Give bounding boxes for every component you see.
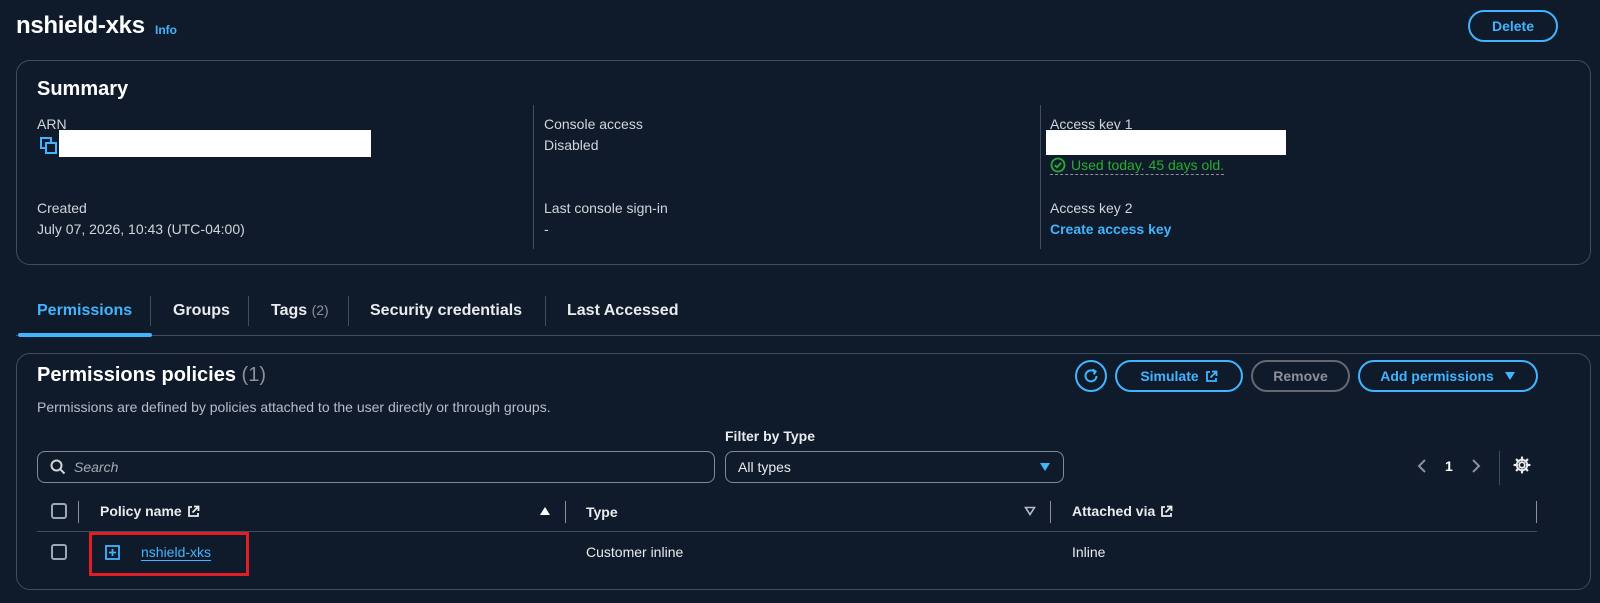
delete-button[interactable]: Delete — [1468, 10, 1558, 42]
row-checkbox[interactable] — [51, 544, 67, 560]
attached-via-cell: Inline — [1072, 544, 1106, 560]
tab-permissions-label: Permissions — [37, 302, 133, 319]
page-number[interactable]: 1 — [1445, 458, 1453, 474]
permissions-title: Permissions policies (1) — [37, 364, 266, 387]
console-access-label: Console access — [544, 116, 643, 132]
summary-card: Summary ARN Created July 07, 2026, 10:43… — [16, 60, 1591, 265]
sort-ascending-icon[interactable] — [539, 506, 551, 516]
select-all-checkbox[interactable] — [51, 503, 67, 519]
tab-tags[interactable]: Tags (2) — [271, 302, 329, 320]
column-header-attached-via[interactable]: Attached via — [1072, 503, 1173, 519]
tab-security-credentials-label: Security credentials — [370, 302, 523, 319]
copy-icon[interactable] — [40, 137, 58, 155]
last-signin-value: - — [544, 221, 549, 237]
caret-down-icon — [1039, 462, 1051, 472]
type-header-label: Type — [586, 504, 618, 520]
console-access-value: Disabled — [544, 137, 599, 153]
column-header-type[interactable]: Type — [586, 504, 618, 520]
filter-by-type-label: Filter by Type — [725, 428, 815, 444]
tab-permissions[interactable]: Permissions — [37, 302, 132, 320]
sort-icon[interactable] — [1024, 506, 1036, 516]
pagination: 1 — [1417, 458, 1481, 474]
filter-type-value: All types — [738, 459, 791, 475]
tab-separator — [545, 296, 546, 326]
column-divider — [1040, 105, 1041, 249]
gear-icon[interactable] — [1513, 456, 1531, 474]
tab-bar: Permissions Groups Tags (2) Security cre… — [16, 292, 1600, 337]
policy-name-header-label: Policy name — [100, 503, 182, 519]
column-separator — [565, 501, 566, 523]
tab-security-credentials[interactable]: Security credentials — [370, 302, 522, 320]
tab-separator — [248, 296, 249, 326]
check-circle-icon — [1050, 157, 1066, 173]
access-key2-label: Access key 2 — [1050, 200, 1133, 216]
create-access-key-link[interactable]: Create access key — [1050, 221, 1171, 237]
permissions-description: Permissions are defined by policies atta… — [37, 399, 551, 415]
tab-groups[interactable]: Groups — [173, 302, 230, 320]
search-field[interactable] — [37, 451, 715, 483]
tab-separator — [348, 296, 349, 326]
access-key1-redacted — [1046, 130, 1286, 155]
pager-divider — [1499, 451, 1500, 485]
tab-last-accessed-label: Last Accessed — [567, 302, 679, 319]
tab-separator — [150, 296, 151, 326]
info-link[interactable]: Info — [155, 23, 177, 37]
column-header-policy-name[interactable]: Policy name — [100, 503, 200, 519]
delete-button-label: Delete — [1491, 18, 1535, 34]
external-link-icon — [1205, 370, 1218, 383]
tab-tags-label: Tags — [271, 302, 308, 319]
column-separator — [1050, 501, 1051, 523]
simulate-button-label: Simulate — [1140, 368, 1199, 384]
page-title: nshield-xks — [16, 12, 145, 39]
remove-button[interactable]: Remove — [1251, 360, 1350, 392]
column-separator — [78, 501, 79, 523]
access-key1-status-text: Used today. 45 days old. — [1071, 157, 1225, 173]
summary-title: Summary — [37, 78, 129, 100]
arn-redacted — [59, 130, 371, 157]
attached-via-header-label: Attached via — [1072, 503, 1156, 519]
tab-groups-label: Groups — [173, 302, 230, 319]
created-value: July 07, 2026, 10:43 (UTC-04:00) — [37, 221, 245, 237]
search-icon — [50, 459, 66, 475]
refresh-button[interactable] — [1075, 360, 1107, 392]
permissions-count: (1) — [241, 364, 266, 386]
tab-last-accessed[interactable]: Last Accessed — [567, 302, 678, 320]
permissions-title-text: Permissions policies — [37, 364, 236, 386]
search-input[interactable] — [74, 459, 702, 475]
column-divider — [533, 105, 534, 249]
last-signin-label: Last console sign-in — [544, 200, 668, 216]
refresh-icon — [1082, 367, 1100, 385]
permissions-policies-card: Permissions policies (1) Permissions are… — [16, 353, 1591, 590]
tab-tags-count: (2) — [311, 302, 329, 318]
add-permissions-button-label: Add permissions — [1380, 368, 1494, 384]
external-link-icon — [1160, 505, 1173, 518]
simulate-button[interactable]: Simulate — [1115, 360, 1243, 392]
created-label: Created — [37, 200, 87, 216]
chevron-left-icon[interactable] — [1417, 458, 1427, 474]
access-key1-status[interactable]: Used today. 45 days old. — [1050, 157, 1225, 175]
header-divider — [37, 531, 1537, 532]
add-permissions-button[interactable]: Add permissions — [1358, 360, 1538, 392]
highlight-box — [89, 532, 249, 576]
filter-type-select[interactable]: All types — [725, 451, 1064, 483]
policy-type-cell: Customer inline — [586, 544, 684, 560]
external-link-icon — [187, 505, 200, 518]
active-tab-indicator — [18, 333, 152, 337]
column-separator — [1536, 501, 1537, 523]
remove-button-label: Remove — [1273, 368, 1328, 384]
caret-down-icon — [1504, 371, 1516, 381]
chevron-right-icon[interactable] — [1471, 458, 1481, 474]
